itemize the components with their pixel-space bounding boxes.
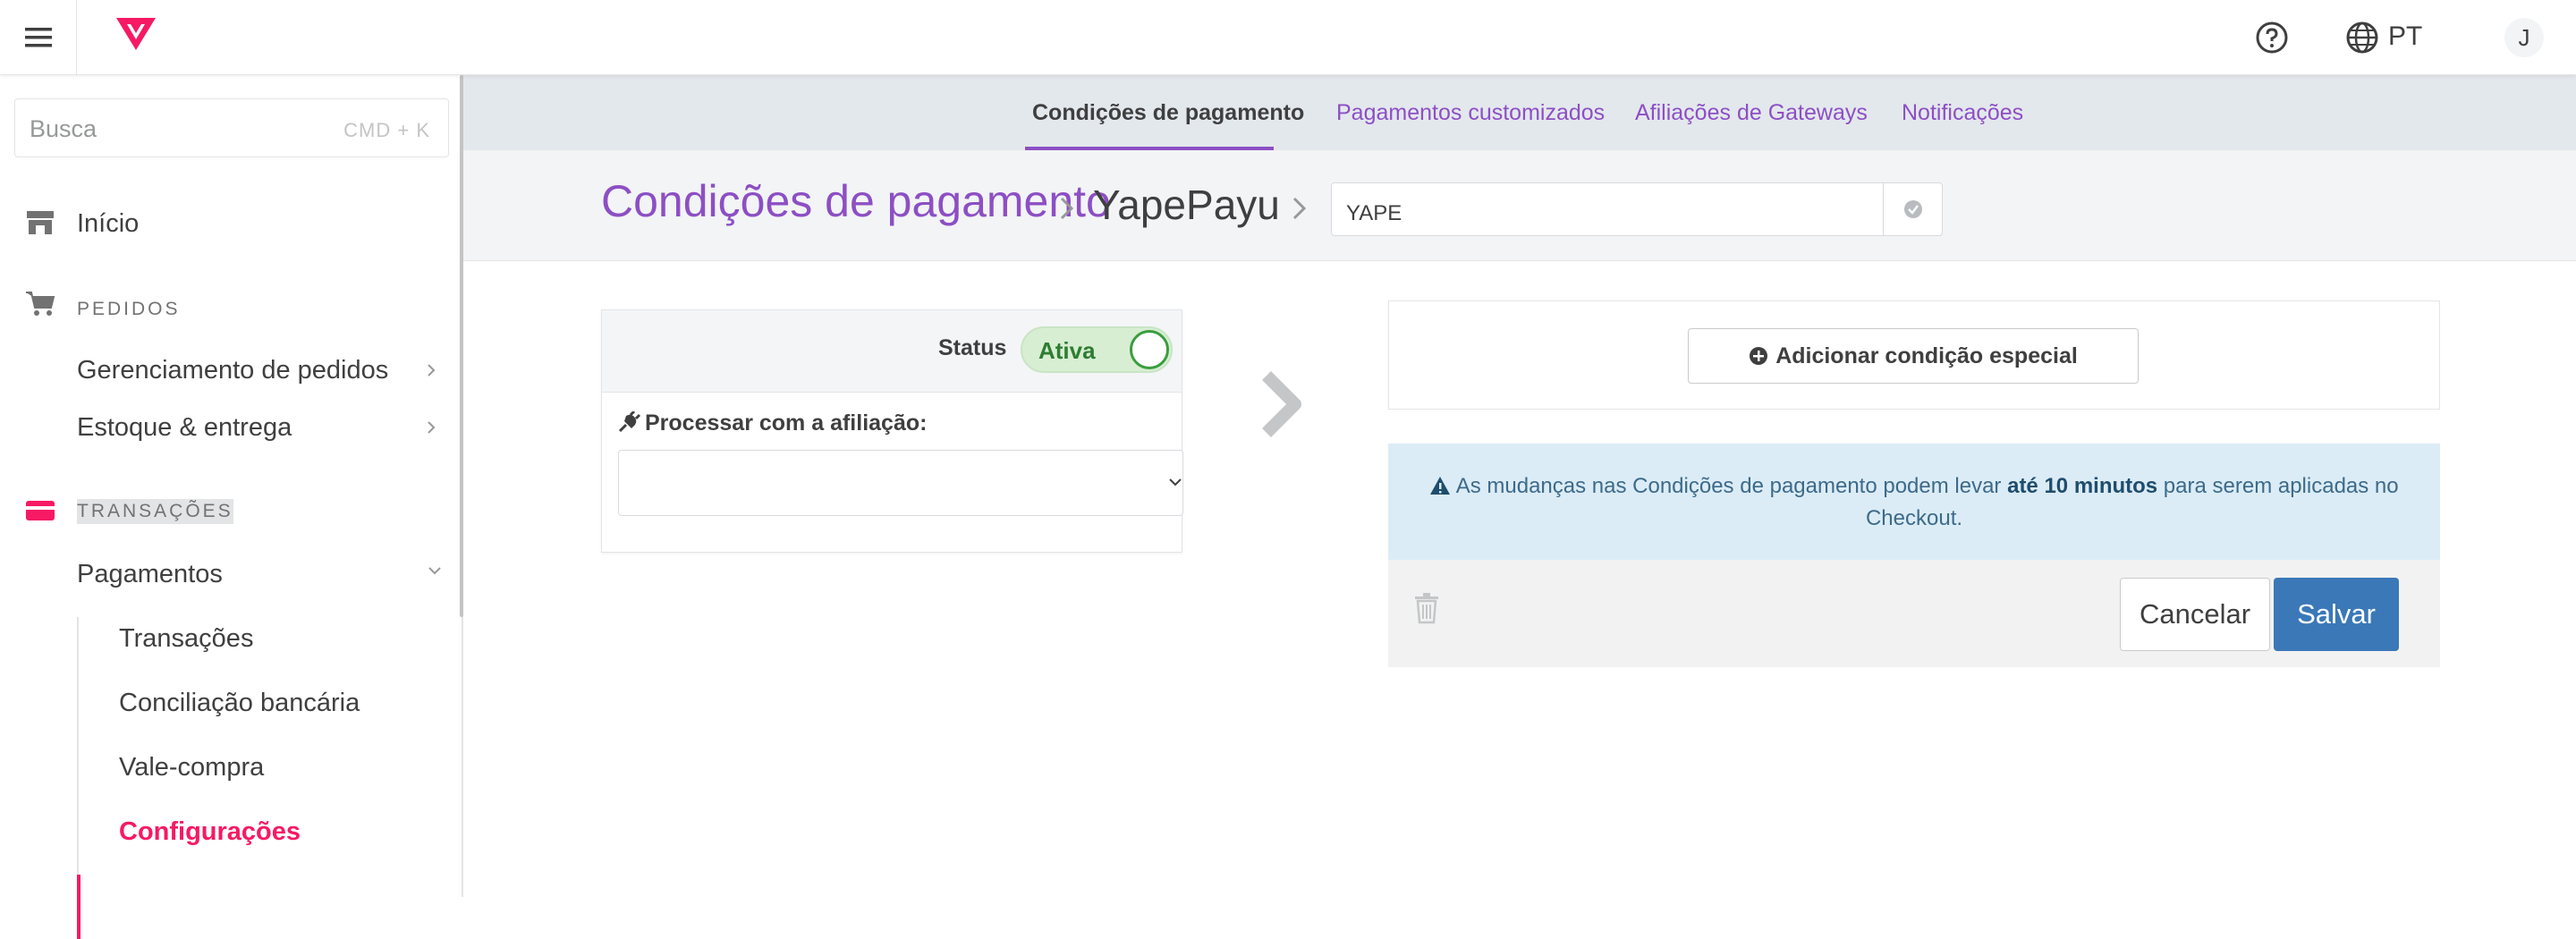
sidebar: Busca CMD + K Início PEDIDOS Gerenciamen… [0,75,463,939]
toggle-knob [1130,330,1169,369]
top-bar: PT J [0,0,2576,75]
tab-gateway-affiliations[interactable]: Afiliações de Gateways [1635,100,1868,126]
breadcrumb-root-link[interactable]: Condições de pagamento [601,175,1111,227]
condition-name-input[interactable]: YAPE [1331,182,1884,236]
sidebar-section-orders: PEDIDOS [77,299,181,319]
tab-notifications[interactable]: Notificações [1902,100,2023,126]
arrow-right-icon [1262,371,1301,437]
status-row: Status Ativa [602,310,1182,393]
search-shortcut: CMD + K [343,119,430,141]
add-special-condition-button[interactable]: Adicionar condição especial [1688,328,2139,384]
store-icon [27,211,54,234]
tab-custom-payments[interactable]: Pagamentos customizados [1336,100,1605,126]
sidebar-item-payments[interactable]: Pagamentos [77,560,223,589]
plus-circle-icon [1750,347,1768,365]
confirm-name-button[interactable] [1884,182,1943,236]
sidebar-item-order-management[interactable]: Gerenciamento de pedidos [77,356,388,385]
hamburger-icon [24,28,52,47]
condition-card: Status Ativa Processar com a afiliação: [601,309,1183,553]
sidebar-item-inventory[interactable]: Estoque & entrega [77,413,292,443]
chevron-right-icon [428,421,436,434]
notice-part1: As mudanças nas Condições de pagamento p… [1455,474,2008,498]
affiliation-select[interactable] [618,450,1183,516]
sidebar-item-bank-reconciliation[interactable]: Conciliação bancária [119,689,360,718]
status-toggle-label: Ativa [1038,337,1096,364]
chevron-down-icon [428,567,441,575]
language-selector[interactable]: PT [2388,21,2422,52]
hamburger-menu-button[interactable] [0,0,77,75]
active-indicator [77,875,80,939]
tab-payment-conditions[interactable]: Condições de pagamento [1032,100,1304,126]
save-button[interactable]: Salvar [2274,578,2399,651]
info-notice: As mudanças nas Condições de pagamento p… [1388,444,2440,560]
sidebar-item-transactions[interactable]: Transações [119,624,253,654]
cancel-button[interactable]: Cancelar [2120,578,2270,651]
chevron-down-icon [1169,478,1182,486]
user-avatar[interactable]: J [2504,18,2544,57]
sidebar-item-home[interactable]: Início [77,209,139,239]
tab-bar: Condições de pagamento Pagamentos custom… [463,75,2576,150]
add-special-condition-label: Adicionar condição especial [1775,343,2078,368]
breadcrumb-current: YapePayu [1093,182,1280,228]
status-toggle[interactable]: Ativa [1021,326,1173,373]
help-icon[interactable] [2254,20,2290,55]
chevron-right-icon [428,364,436,376]
main-content: Condições de pagamento Pagamentos custom… [463,75,2576,897]
sidebar-section-transactions: TRANSAÇÕES [77,499,233,524]
actions-footer: Cancelar Salvar [1388,560,2440,667]
globe-icon[interactable] [2344,20,2380,55]
affiliation-label-text: Processar com a afiliação: [645,410,928,436]
breadcrumb-chevron-icon [1060,197,1074,220]
check-circle-icon [1903,200,1922,218]
vtex-logo-icon[interactable] [114,16,157,52]
sidebar-item-settings[interactable]: Configurações [119,817,301,847]
search-placeholder: Busca [30,115,97,142]
cart-icon [26,292,55,316]
plug-icon [618,410,641,433]
search-input[interactable]: Busca CMD + K [14,98,449,157]
info-notice-text: As mudanças nas Condições de pagamento p… [1424,470,2404,535]
breadcrumb-chevron-icon [1292,197,1307,220]
sidebar-item-gift-card[interactable]: Vale-compra [119,753,264,782]
trash-icon[interactable] [1413,592,1440,624]
credit-card-icon [26,501,55,520]
affiliation-label: Processar com a afiliação: [618,410,927,436]
warning-icon [1430,477,1451,495]
status-label: Status [938,335,1007,360]
special-conditions-card: Adicionar condição especial [1388,300,2440,410]
notice-bold: até 10 minutos [2007,474,2158,498]
